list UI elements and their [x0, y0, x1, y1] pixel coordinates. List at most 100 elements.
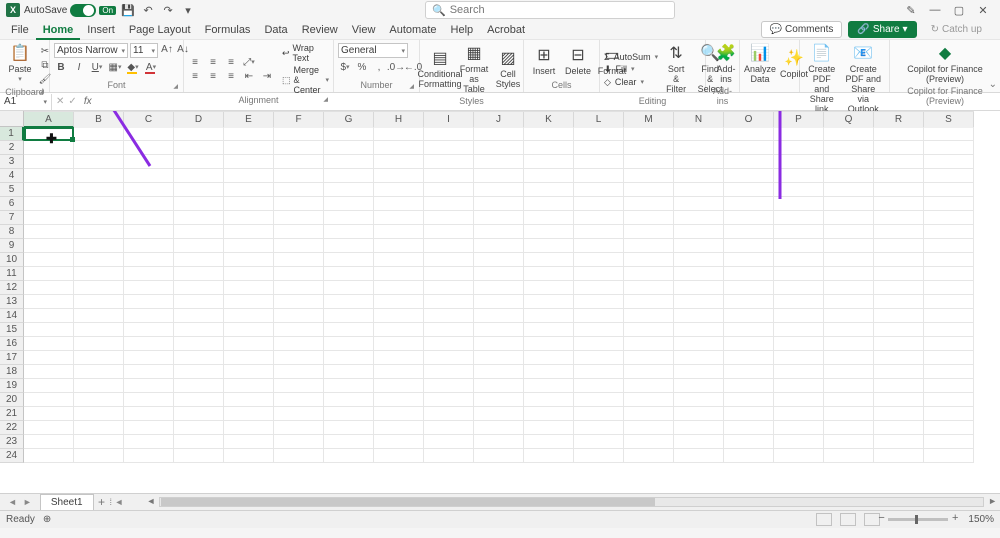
grid-cell[interactable]	[74, 379, 124, 393]
grid-cell[interactable]	[874, 323, 924, 337]
grid-cell[interactable]	[124, 225, 174, 239]
column-header[interactable]: M	[624, 112, 674, 128]
qat-dropdown-icon[interactable]: ▾	[180, 2, 196, 18]
grid-cell[interactable]	[224, 267, 274, 281]
grid-cell[interactable]	[424, 141, 474, 155]
grid-cell[interactable]	[174, 337, 224, 351]
grid-cell[interactable]	[224, 421, 274, 435]
share-button[interactable]: 🔗 Share ▾	[848, 21, 916, 38]
grid-cell[interactable]	[574, 379, 624, 393]
grid-cell[interactable]	[424, 365, 474, 379]
grid-cell[interactable]	[424, 211, 474, 225]
grid-cell[interactable]	[124, 183, 174, 197]
grid-cell[interactable]	[224, 197, 274, 211]
percent-icon[interactable]: %	[355, 61, 369, 73]
grid-cell[interactable]	[574, 267, 624, 281]
sheet-tab-active[interactable]: Sheet1	[40, 494, 94, 510]
grid-cell[interactable]	[924, 379, 974, 393]
grid-cell[interactable]	[24, 267, 74, 281]
grid-cell[interactable]	[524, 267, 574, 281]
grid-cell[interactable]	[324, 379, 374, 393]
create-pdf-share-outlook-button[interactable]: 📧Create PDF and Share via Outlook	[841, 43, 885, 116]
tab-view[interactable]: View	[345, 20, 383, 40]
grid-cell[interactable]	[574, 155, 624, 169]
grid-cell[interactable]	[724, 407, 774, 421]
grid-cell[interactable]	[174, 155, 224, 169]
grid-cell[interactable]	[824, 239, 874, 253]
grid-cell[interactable]	[524, 295, 574, 309]
create-pdf-share-link-button[interactable]: 📄Create PDF and Share link	[804, 43, 839, 116]
grid-cell[interactable]	[624, 211, 674, 225]
grid-cell[interactable]	[274, 267, 324, 281]
italic-button[interactable]: I	[72, 61, 86, 73]
grid-cell[interactable]	[674, 211, 724, 225]
grid-cell[interactable]	[874, 407, 924, 421]
grid-cell[interactable]	[24, 337, 74, 351]
column-header[interactable]: S	[924, 112, 974, 128]
grid-cell[interactable]	[574, 435, 624, 449]
grid-cell[interactable]	[724, 295, 774, 309]
grid-cell[interactable]	[524, 253, 574, 267]
grid-cell[interactable]	[324, 211, 374, 225]
grid-cell[interactable]	[424, 393, 474, 407]
close-button[interactable]: ✕	[976, 3, 990, 17]
grid-cell[interactable]	[724, 225, 774, 239]
grid-cell[interactable]	[674, 141, 724, 155]
grid-cell[interactable]	[24, 197, 74, 211]
grid-cell[interactable]	[624, 365, 674, 379]
grid-cell[interactable]	[624, 183, 674, 197]
grid-cell[interactable]	[274, 281, 324, 295]
grid-cell[interactable]	[824, 267, 874, 281]
grid-cell[interactable]	[224, 141, 274, 155]
grid-cell[interactable]	[674, 421, 724, 435]
grid-cell[interactable]	[324, 267, 374, 281]
grid-cell[interactable]	[774, 169, 824, 183]
grid-cell[interactable]	[624, 351, 674, 365]
grid-cell[interactable]	[374, 337, 424, 351]
paste-button[interactable]: 📋 Paste▾	[4, 43, 36, 87]
grid-cell[interactable]	[124, 309, 174, 323]
grid-cell[interactable]	[24, 351, 74, 365]
grid-cell[interactable]	[324, 309, 374, 323]
grid-cell[interactable]	[824, 337, 874, 351]
grid-cell[interactable]	[824, 281, 874, 295]
grid-cell[interactable]	[774, 379, 824, 393]
column-header[interactable]: H	[374, 112, 424, 128]
grid-cell[interactable]	[324, 449, 374, 463]
tab-file[interactable]: File	[4, 20, 36, 40]
grid-cell[interactable]	[724, 197, 774, 211]
grid-cell[interactable]	[224, 337, 274, 351]
grid-cell[interactable]	[874, 421, 924, 435]
fill-button[interactable]: ⬇ Fill ▾	[604, 64, 658, 75]
grid-cell[interactable]	[324, 127, 374, 141]
grid-cell[interactable]	[174, 141, 224, 155]
grid-cell[interactable]	[424, 337, 474, 351]
grid-cell[interactable]	[324, 337, 374, 351]
grid-cell[interactable]	[824, 155, 874, 169]
grid-cell[interactable]	[574, 211, 624, 225]
grid-cell[interactable]	[924, 435, 974, 449]
grid-cell[interactable]	[324, 323, 374, 337]
grid-cell[interactable]	[374, 281, 424, 295]
grid-cell[interactable]	[624, 155, 674, 169]
grid-cell[interactable]	[524, 407, 574, 421]
grid-cell[interactable]	[274, 141, 324, 155]
horizontal-scrollbar[interactable]	[159, 497, 984, 507]
grid-cell[interactable]	[74, 351, 124, 365]
grid-cell[interactable]	[574, 365, 624, 379]
grid-cell[interactable]	[774, 239, 824, 253]
grid-cell[interactable]	[924, 449, 974, 463]
grid-cell[interactable]	[174, 281, 224, 295]
grid-cell[interactable]	[924, 253, 974, 267]
grid-cell[interactable]	[374, 267, 424, 281]
grid-cell[interactable]	[924, 225, 974, 239]
grid-cell[interactable]	[374, 295, 424, 309]
format-as-table-button[interactable]: ▦Format as Table	[458, 43, 490, 96]
sort-filter-button[interactable]: ⇅Sort & Filter	[660, 43, 692, 96]
grid-cell[interactable]	[524, 197, 574, 211]
grid-cell[interactable]	[874, 169, 924, 183]
grid-cell[interactable]	[174, 169, 224, 183]
column-header[interactable]: N	[674, 112, 724, 128]
zoom-level[interactable]: 150%	[968, 514, 994, 525]
grid-cell[interactable]	[724, 421, 774, 435]
